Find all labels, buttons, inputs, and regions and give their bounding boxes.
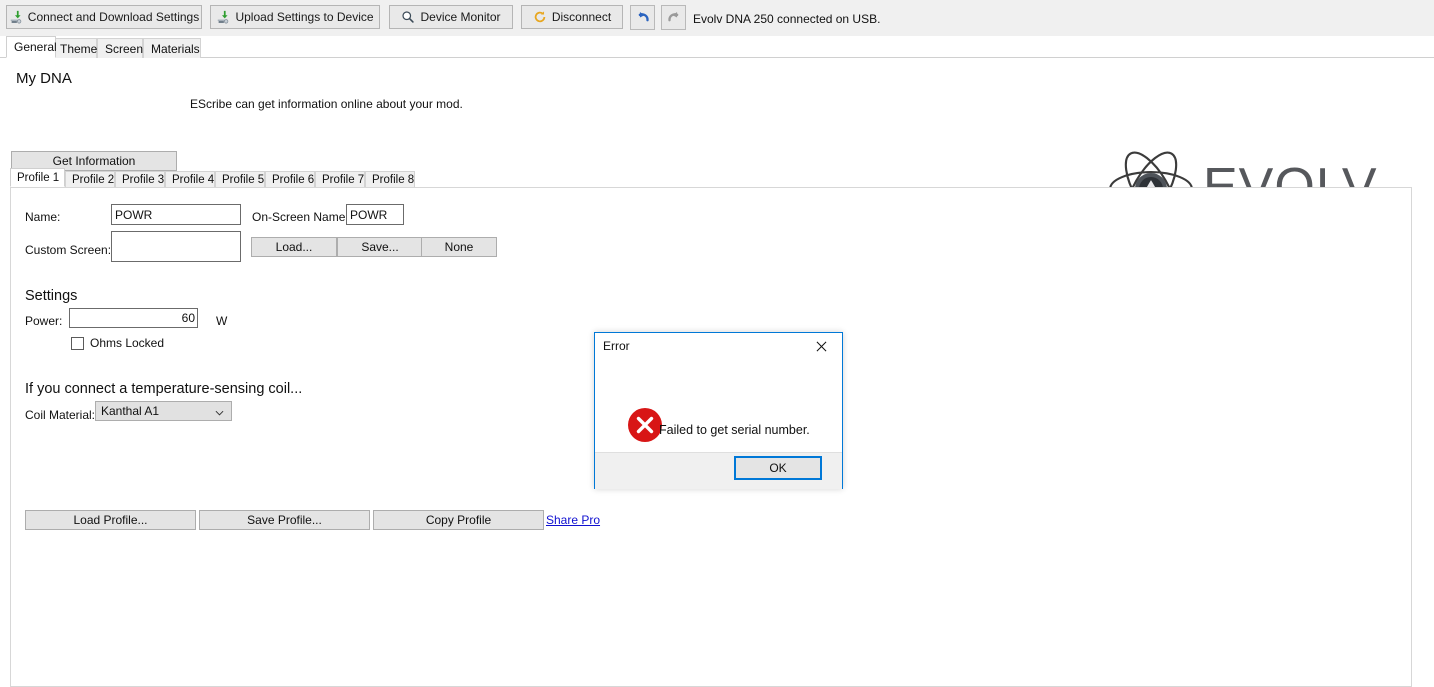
tab-screen[interactable]: Screen — [97, 38, 143, 58]
copy-profile-label: Copy Profile — [426, 513, 491, 527]
get-information-note: EScribe can get information online about… — [190, 97, 463, 111]
coil-material-value: Kanthal A1 — [101, 404, 159, 418]
profile-tab-3-label: Profile 3 — [122, 174, 164, 186]
disconnect-label: Disconnect — [552, 10, 611, 24]
name-input[interactable]: POWR — [111, 204, 241, 225]
profile-tab-7-label: Profile 7 — [322, 174, 364, 186]
tab-materials[interactable]: Materials — [143, 38, 201, 58]
error-dialog-ok-button[interactable]: OK — [734, 456, 822, 480]
ohms-locked-checkbox-box[interactable] — [71, 337, 84, 350]
coil-material-label: Coil Material: — [25, 408, 95, 422]
profile-tab-1[interactable]: Profile 1 — [10, 168, 65, 187]
device-monitor-label: Device Monitor — [420, 10, 500, 24]
profile-tab-4-label: Profile 4 — [172, 174, 214, 186]
refresh-icon — [533, 10, 547, 24]
connection-status-text: Evolv DNA 250 connected on USB. — [693, 12, 880, 26]
custom-screen-label: Custom Screen: — [25, 243, 111, 257]
upload-settings-to-device-label: Upload Settings to Device — [235, 10, 373, 24]
disconnect-button[interactable]: Disconnect — [521, 5, 623, 29]
profile-tab-5[interactable]: Profile 5 — [215, 171, 265, 187]
chevron-down-icon — [215, 407, 224, 416]
temperature-section-title: If you connect a temperature-sensing coi… — [25, 381, 302, 397]
name-label: Name: — [25, 210, 60, 224]
error-dialog-message: Failed to get serial number. — [659, 423, 810, 437]
custom-screen-load-label: Load... — [276, 240, 313, 254]
download-plug-icon — [9, 10, 23, 24]
profile-tab-1-label: Profile 1 — [17, 172, 59, 184]
upload-plug-icon — [216, 10, 230, 24]
onscreen-name-label: On-Screen Name: — [252, 210, 349, 224]
get-information-label: Get Information — [53, 154, 136, 168]
undo-button[interactable] — [630, 5, 655, 30]
custom-screen-load-button[interactable]: Load... — [251, 237, 337, 257]
toolbar: Connect and Download Settings Upload Set… — [0, 0, 1434, 37]
load-profile-label: Load Profile... — [73, 513, 147, 527]
custom-screen-save-button[interactable]: Save... — [337, 237, 423, 257]
copy-profile-button[interactable]: Copy Profile — [373, 510, 544, 530]
tab-screen-label: Screen — [105, 42, 143, 56]
settings-section-title: Settings — [25, 288, 77, 304]
profile-tab-2-label: Profile 2 — [72, 174, 114, 186]
error-dialog-body: Failed to get serial number. — [595, 360, 842, 452]
power-label: Power: — [25, 314, 62, 328]
profile-tab-2[interactable]: Profile 2 — [65, 171, 115, 187]
ohms-locked-label: Ohms Locked — [90, 336, 164, 350]
power-unit-label: W — [216, 314, 227, 328]
error-dialog: Error Failed to get serial number. OK — [594, 332, 843, 489]
redo-button — [661, 5, 686, 30]
connect-and-download-settings-label: Connect and Download Settings — [28, 10, 199, 24]
profile-tab-4[interactable]: Profile 4 — [165, 171, 215, 187]
profile-tab-7[interactable]: Profile 7 — [315, 171, 365, 187]
ohms-locked-checkbox[interactable]: Ohms Locked — [71, 336, 164, 350]
profile-tab-6[interactable]: Profile 6 — [265, 171, 315, 187]
custom-screen-none-button[interactable]: None — [421, 237, 497, 257]
save-profile-label: Save Profile... — [247, 513, 322, 527]
tab-general-label: General — [14, 40, 57, 54]
profile-tab-5-label: Profile 5 — [222, 174, 264, 186]
coil-material-select[interactable]: Kanthal A1 — [95, 401, 232, 421]
connect-and-download-settings-button[interactable]: Connect and Download Settings — [6, 5, 202, 29]
onscreen-name-input[interactable]: POWR — [346, 204, 404, 225]
magnifier-icon — [401, 10, 415, 24]
device-monitor-button[interactable]: Device Monitor — [389, 5, 513, 29]
share-profile-link[interactable]: Share Pro — [546, 513, 600, 527]
undo-arrow-icon — [634, 9, 652, 27]
custom-screen-save-label: Save... — [361, 240, 398, 254]
error-circle-x-icon — [628, 408, 662, 442]
profile-tab-6-label: Profile 6 — [272, 174, 314, 186]
tab-general[interactable]: General — [6, 36, 56, 58]
load-profile-button[interactable]: Load Profile... — [25, 510, 196, 530]
tab-theme[interactable]: Theme — [52, 38, 97, 58]
profile-tab-strip: Profile 1 Profile 2 Profile 3 Profile 4 … — [10, 171, 1412, 187]
profile-tab-8-label: Profile 8 — [372, 174, 414, 186]
upload-settings-to-device-button[interactable]: Upload Settings to Device — [210, 5, 380, 29]
profile-tab-3[interactable]: Profile 3 — [115, 171, 165, 187]
redo-arrow-icon — [665, 9, 683, 27]
custom-screen-input[interactable] — [111, 231, 241, 262]
power-input[interactable]: 60 — [69, 308, 198, 328]
error-dialog-title: Error — [603, 339, 630, 353]
close-icon[interactable] — [800, 333, 842, 360]
tab-theme-label: Theme — [60, 42, 97, 56]
custom-screen-none-label: None — [445, 240, 474, 254]
tab-materials-label: Materials — [151, 42, 200, 56]
main-tab-strip: General Theme Screen Materials — [0, 36, 1434, 58]
profile-tab-8[interactable]: Profile 8 — [365, 171, 415, 187]
error-dialog-ok-label: OK — [769, 461, 786, 475]
save-profile-button[interactable]: Save Profile... — [199, 510, 370, 530]
page-title: My DNA — [16, 70, 72, 87]
